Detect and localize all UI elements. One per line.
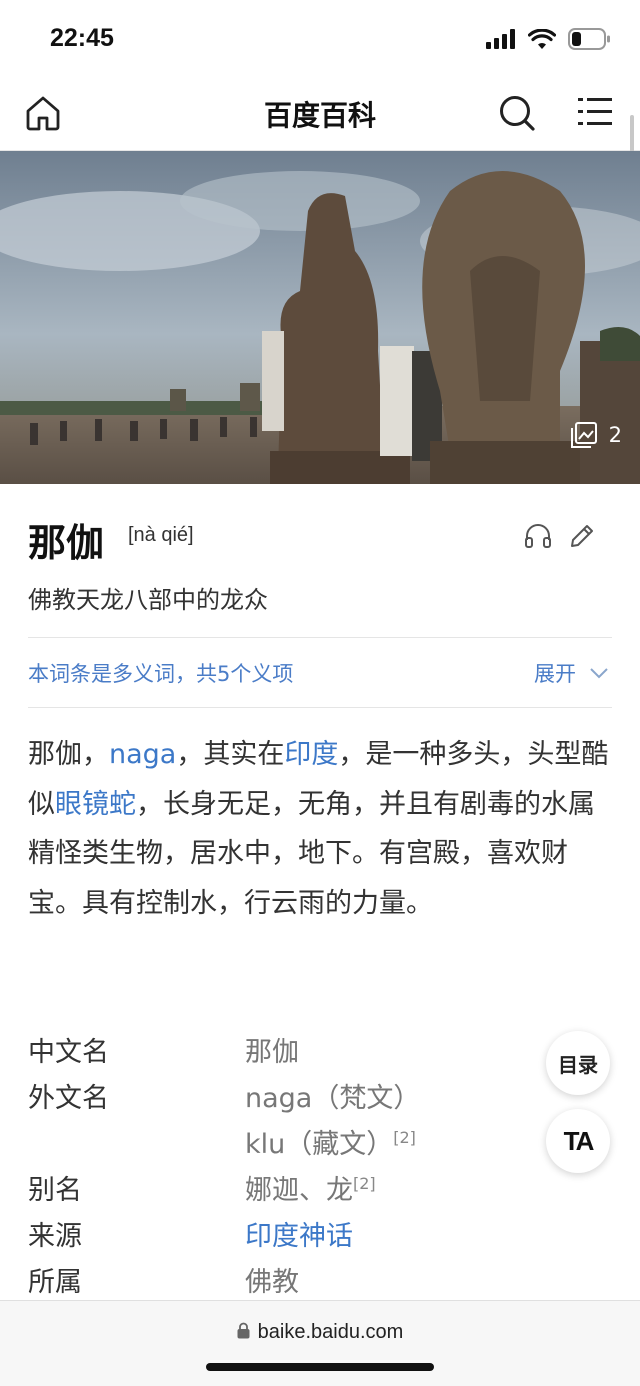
- hero-image[interactable]: 2: [0, 151, 640, 484]
- site-title: 百度百科: [263, 99, 376, 132]
- entry-title: 那伽: [28, 521, 105, 565]
- status-bar: 22:45: [0, 0, 640, 80]
- infobox-key: 来源: [28, 1221, 82, 1252]
- top-nav: 百度百科: [0, 80, 640, 151]
- entry-pinyin: [nà qié]: [128, 524, 194, 546]
- divider: [28, 707, 612, 708]
- summary-text: ，其实在: [176, 739, 285, 770]
- link-cobra[interactable]: 眼镜蛇: [55, 789, 136, 820]
- entry-subtitle: 佛教天龙八部中的龙众: [28, 586, 268, 614]
- infobox-value: naga（梵文）: [245, 1083, 421, 1114]
- infobox-row: klu（藏文）[2]: [28, 1122, 528, 1168]
- battery-icon: [568, 28, 610, 50]
- home-indicator[interactable]: [206, 1363, 434, 1371]
- infobox-value: 佛教: [245, 1267, 299, 1298]
- infobox: 中文名 那伽 外文名 naga（梵文） klu（藏文）[2] 别名 娜迦、龙[2…: [28, 1030, 528, 1306]
- expand-button[interactable]: 展开: [534, 658, 608, 688]
- gallery-count: 2: [608, 423, 622, 447]
- status-time: 22:45: [50, 24, 114, 52]
- polysemy-notice[interactable]: 本词条是多义词，共5个义项: [28, 658, 293, 688]
- summary-text: 那伽，: [28, 739, 109, 770]
- infobox-value-wrap: 娜迦、龙[2]: [245, 1168, 376, 1207]
- hero-photo: [0, 151, 640, 484]
- chevron-down-icon: [590, 668, 608, 679]
- infobox-row: 中文名 那伽: [28, 1030, 528, 1076]
- summary-paragraph: 那伽，naga，其实在印度，是一种多头，头型酷似眼镜蛇，长身无足，无角，并且有剧…: [28, 730, 612, 928]
- signal-icon: [486, 29, 515, 49]
- gallery-icon: [570, 422, 597, 448]
- infobox-key: 别名: [28, 1175, 82, 1206]
- url-display[interactable]: baike.baidu.com: [0, 1321, 640, 1344]
- infobox-value-wrap: klu（藏文）[2]: [245, 1122, 416, 1161]
- infobox-row: 外文名 naga（梵文）: [28, 1076, 528, 1122]
- link-naga[interactable]: naga: [109, 739, 176, 770]
- infobox-key: 所属: [28, 1267, 82, 1298]
- citation[interactable]: [2]: [353, 1174, 376, 1193]
- infobox-row: 别名 娜迦、龙[2]: [28, 1168, 528, 1214]
- font-size-button[interactable]: TA: [546, 1109, 610, 1173]
- infobox-link-origin[interactable]: 印度神话: [245, 1214, 353, 1253]
- browser-url-bar[interactable]: baike.baidu.com: [0, 1300, 640, 1386]
- infobox-value: klu（藏文）: [245, 1129, 394, 1160]
- infobox-value: 娜迦、龙: [245, 1175, 353, 1206]
- infobox-key: 外文名: [28, 1083, 109, 1114]
- infobox-value: 那伽: [245, 1037, 299, 1068]
- wifi-icon: [528, 28, 556, 49]
- toc-button[interactable]: 目录: [546, 1031, 610, 1095]
- citation[interactable]: [2]: [393, 1128, 416, 1147]
- infobox-row: 来源 印度神话: [28, 1214, 528, 1260]
- lock-icon: [237, 1322, 250, 1339]
- edit-icon[interactable]: [568, 522, 596, 550]
- gallery-badge[interactable]: 2: [570, 422, 622, 448]
- expand-label: 展开: [534, 662, 576, 686]
- infobox-key: 中文名: [28, 1037, 109, 1068]
- divider: [28, 637, 612, 638]
- search-icon[interactable]: [498, 94, 536, 132]
- url-text: baike.baidu.com: [257, 1321, 404, 1343]
- status-icons: [486, 28, 610, 50]
- link-india[interactable]: 印度: [284, 739, 338, 770]
- menu-icon[interactable]: [578, 96, 612, 128]
- headphones-icon[interactable]: [524, 522, 552, 550]
